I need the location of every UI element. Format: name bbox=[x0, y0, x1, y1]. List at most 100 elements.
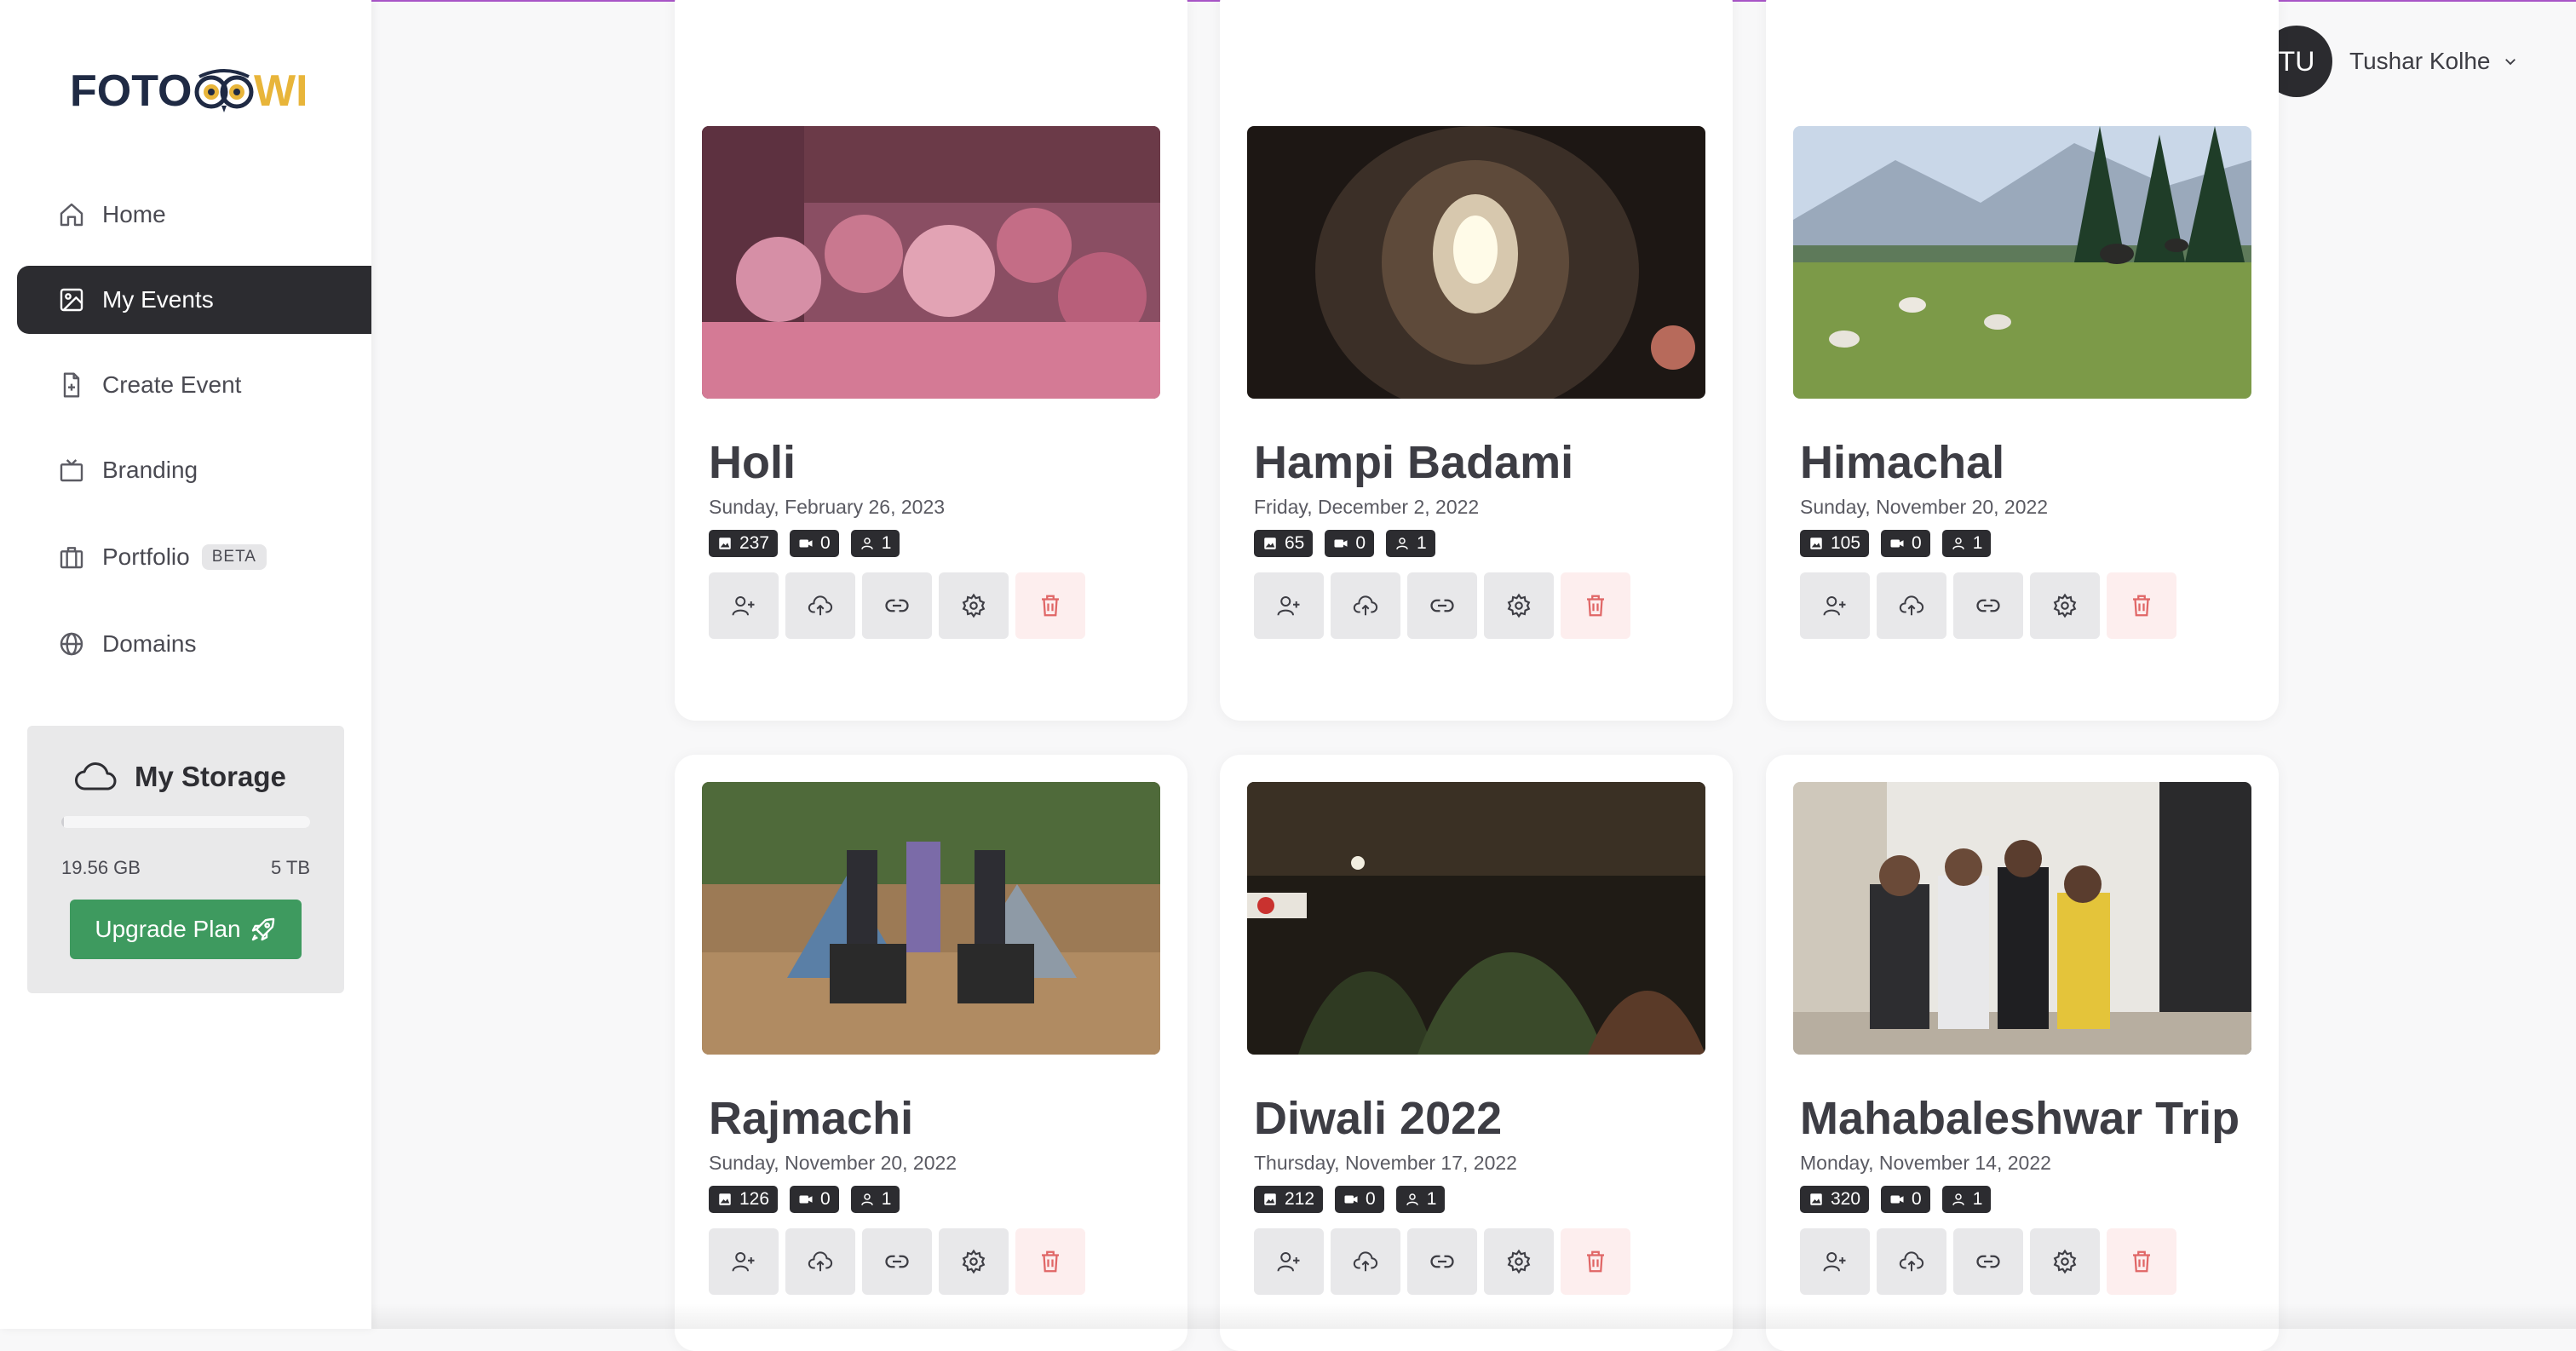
event-title[interactable]: Rajmachi bbox=[709, 1092, 913, 1145]
photo-count-badge: 320 bbox=[1800, 1186, 1870, 1213]
storage-progress-fill bbox=[61, 816, 64, 828]
gear-icon bbox=[2052, 1249, 2078, 1274]
delete-button[interactable] bbox=[1015, 572, 1085, 639]
event-cover-photo[interactable] bbox=[1247, 782, 1705, 1055]
sidebar-item-my-events[interactable]: My Events bbox=[17, 266, 371, 334]
home-icon bbox=[58, 201, 85, 228]
user-count-badge: 1 bbox=[850, 1186, 900, 1213]
file-plus-icon bbox=[58, 371, 85, 399]
delete-button[interactable] bbox=[2107, 1228, 2176, 1295]
event-cover-photo[interactable] bbox=[702, 126, 1160, 399]
upload-button[interactable] bbox=[785, 572, 855, 639]
event-title[interactable]: Hampi Badami bbox=[1254, 436, 1573, 489]
upgrade-plan-button[interactable]: Upgrade Plan bbox=[70, 900, 302, 959]
user-count-badge: 1 bbox=[1941, 530, 1992, 557]
event-cover-photo[interactable] bbox=[1247, 126, 1705, 399]
event-cover-photo[interactable] bbox=[1793, 782, 2251, 1055]
settings-button[interactable] bbox=[1484, 1228, 1554, 1295]
video-count-badge: 0 bbox=[1325, 530, 1375, 557]
share-link-button[interactable] bbox=[862, 572, 932, 639]
image-icon bbox=[58, 286, 85, 313]
share-link-button[interactable] bbox=[1953, 1228, 2023, 1295]
user-icon bbox=[1405, 1192, 1427, 1207]
logo-text-left: FOTO bbox=[70, 66, 192, 116]
event-date: Friday, December 2, 2022 bbox=[1254, 496, 1480, 518]
event-cover-photo[interactable] bbox=[702, 782, 1160, 1055]
sidebar-item-domains[interactable]: Domains bbox=[17, 610, 371, 678]
settings-button[interactable] bbox=[939, 572, 1009, 639]
sidebar-item-home[interactable]: Home bbox=[17, 181, 371, 249]
add-user-button[interactable] bbox=[1800, 572, 1870, 639]
photo-count: 212 bbox=[1285, 1189, 1315, 1209]
photo-count-badge: 105 bbox=[1800, 530, 1870, 557]
add-user-button[interactable] bbox=[709, 1228, 779, 1295]
photo-icon bbox=[1262, 536, 1285, 551]
event-card[interactable]: Diwali 2022 Thursday, November 17, 2022 … bbox=[1220, 755, 1733, 1351]
video-count-badge: 0 bbox=[790, 530, 839, 557]
fotoowl-logo[interactable]: FOTO WL bbox=[70, 63, 305, 116]
logo-text-right: WL bbox=[254, 66, 305, 116]
event-card[interactable]: Mahabaleshwar Trip Monday, November 14, … bbox=[1766, 755, 2279, 1351]
photo-icon bbox=[717, 536, 739, 551]
link-icon bbox=[1975, 1249, 2001, 1274]
delete-button[interactable] bbox=[1561, 572, 1630, 639]
settings-button[interactable] bbox=[939, 1228, 1009, 1295]
user-icon bbox=[860, 1192, 882, 1207]
photo-count: 105 bbox=[1831, 533, 1861, 553]
settings-button[interactable] bbox=[2030, 1228, 2100, 1295]
event-actions bbox=[1800, 1228, 2183, 1295]
upload-icon bbox=[1899, 1249, 1924, 1274]
upload-icon bbox=[1899, 593, 1924, 618]
settings-button[interactable] bbox=[2030, 572, 2100, 639]
upload-icon bbox=[1353, 593, 1378, 618]
add-user-icon bbox=[1276, 593, 1302, 618]
upload-button[interactable] bbox=[1331, 1228, 1400, 1295]
sidebar-item-create-event[interactable]: Create Event bbox=[17, 351, 371, 419]
event-card[interactable]: Himachal Sunday, November 20, 2022 105 0… bbox=[1766, 0, 2279, 721]
event-stats: 212 0 1 bbox=[1254, 1186, 1457, 1213]
sidebar-item-portfolio[interactable]: Portfolio BETA bbox=[17, 523, 371, 591]
event-actions bbox=[1800, 572, 2183, 639]
share-link-button[interactable] bbox=[1407, 572, 1477, 639]
storage-panel: My Storage 19.56 GB 5 TB Upgrade Plan bbox=[27, 726, 344, 993]
delete-button[interactable] bbox=[1561, 1228, 1630, 1295]
upload-icon bbox=[808, 1249, 833, 1274]
chevron-down-icon[interactable] bbox=[2503, 54, 2518, 69]
event-actions bbox=[709, 1228, 1092, 1295]
event-card[interactable]: Rajmachi Sunday, November 20, 2022 126 0… bbox=[675, 755, 1187, 1351]
gear-icon bbox=[2052, 593, 2078, 618]
user-menu[interactable]: TU Tushar Kolhe bbox=[2261, 26, 2518, 97]
event-title[interactable]: Himachal bbox=[1800, 436, 2004, 489]
share-link-button[interactable] bbox=[862, 1228, 932, 1295]
event-title[interactable]: Holi bbox=[709, 436, 796, 489]
event-title[interactable]: Mahabaleshwar Trip bbox=[1800, 1092, 2240, 1145]
video-icon bbox=[798, 536, 820, 551]
user-name[interactable]: Tushar Kolhe bbox=[2349, 48, 2491, 75]
add-user-button[interactable] bbox=[1254, 1228, 1324, 1295]
video-icon bbox=[1889, 536, 1912, 551]
upload-button[interactable] bbox=[785, 1228, 855, 1295]
user-icon bbox=[1951, 536, 1973, 551]
event-title[interactable]: Diwali 2022 bbox=[1254, 1092, 1502, 1145]
add-user-button[interactable] bbox=[709, 572, 779, 639]
share-link-button[interactable] bbox=[1953, 572, 2023, 639]
event-card[interactable]: Holi Sunday, February 26, 2023 237 0 1 bbox=[675, 0, 1187, 721]
photo-icon bbox=[1808, 1192, 1831, 1207]
upload-button[interactable] bbox=[1331, 572, 1400, 639]
settings-button[interactable] bbox=[1484, 572, 1554, 639]
sidebar-item-branding[interactable]: Branding bbox=[17, 436, 371, 504]
trash-icon bbox=[2129, 593, 2154, 618]
upload-button[interactable] bbox=[1877, 1228, 1946, 1295]
delete-button[interactable] bbox=[2107, 572, 2176, 639]
event-card[interactable]: Hampi Badami Friday, December 2, 2022 65… bbox=[1220, 0, 1733, 721]
share-link-button[interactable] bbox=[1407, 1228, 1477, 1295]
globe-icon bbox=[58, 630, 85, 658]
video-icon bbox=[1889, 1192, 1912, 1207]
event-actions bbox=[709, 572, 1092, 639]
add-user-button[interactable] bbox=[1800, 1228, 1870, 1295]
upload-button[interactable] bbox=[1877, 572, 1946, 639]
user-icon bbox=[1951, 1192, 1973, 1207]
add-user-button[interactable] bbox=[1254, 572, 1324, 639]
delete-button[interactable] bbox=[1015, 1228, 1085, 1295]
event-cover-photo[interactable] bbox=[1793, 126, 2251, 399]
